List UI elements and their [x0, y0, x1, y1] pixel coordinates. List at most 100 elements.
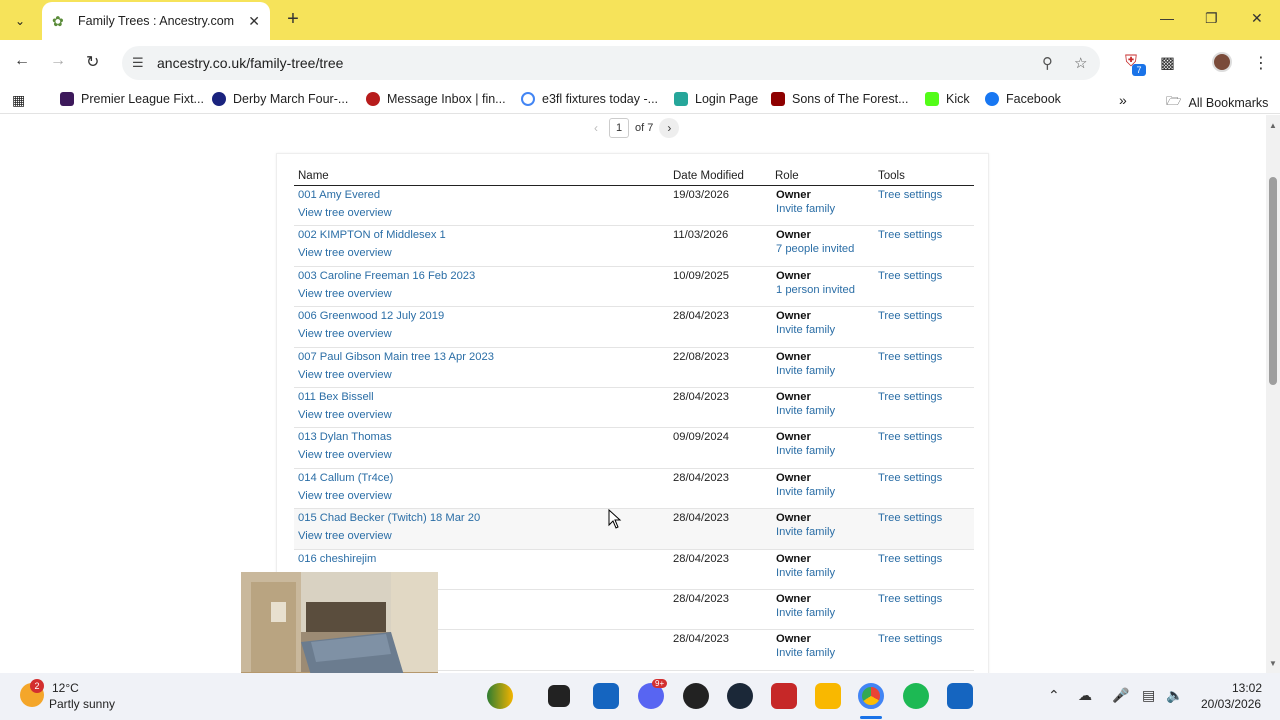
scroll-up-icon[interactable]: ▲ — [1269, 121, 1277, 130]
view-tree-overview-link[interactable]: View tree overview — [298, 530, 392, 542]
restore-icon[interactable]: ❐ — [1205, 10, 1218, 27]
forward-arrow-icon[interactable]: → — [50, 52, 66, 70]
chrome-icon[interactable] — [858, 683, 884, 709]
tab-family-trees[interactable]: ✿ Family Trees : Ancestry.com ✕ — [42, 2, 270, 40]
tab-close-icon[interactable]: ✕ — [248, 13, 260, 30]
folder-icon[interactable] — [815, 683, 841, 709]
invite-family-link[interactable]: Invite family — [776, 567, 835, 579]
minimize-icon[interactable]: — — [1160, 10, 1174, 26]
tree-settings-link[interactable]: Tree settings — [878, 229, 942, 241]
tree-name-link[interactable]: 001 Amy Evered — [298, 189, 380, 201]
invite-family-link[interactable]: Invite family — [776, 203, 835, 215]
bookmark-e3fl[interactable]: e3fl fixtures today -... — [521, 92, 658, 106]
view-tree-overview-link[interactable]: View tree overview — [298, 207, 392, 219]
game-icon[interactable] — [771, 683, 797, 709]
tab-search-chevron-icon[interactable]: ⌄ — [8, 9, 32, 33]
volume-icon[interactable]: 🔈 — [1166, 687, 1183, 704]
tree-name-link[interactable]: 013 Dylan Thomas — [298, 431, 392, 443]
tree-name-link[interactable]: 011 Bex Bissell — [298, 391, 374, 403]
onedrive-cloud-icon[interactable]: ☁ — [1078, 687, 1092, 704]
invite-family-link[interactable]: Invite family — [776, 526, 835, 538]
tree-name-link[interactable]: 015 Chad Becker (Twitch) 18 Mar 20 — [298, 512, 480, 524]
tree-settings-link[interactable]: Tree settings — [878, 553, 942, 565]
site-info-icon[interactable]: ☰ — [132, 55, 144, 71]
invite-family-link[interactable]: Invite family — [776, 324, 835, 336]
microphone-icon[interactable]: 🎤 — [1112, 687, 1129, 704]
menu-kebab-icon[interactable]: ⋮ — [1253, 53, 1269, 73]
invite-family-link[interactable]: Invite family — [776, 445, 835, 457]
weather-desc[interactable]: Partly sunny — [49, 697, 115, 711]
address-bar[interactable]: ☰ ancestry.co.uk/family-tree/tree ⚲ ☆ — [122, 46, 1100, 80]
clock-time[interactable]: 13:02 — [1232, 681, 1262, 695]
all-bookmarks-folder[interactable]: 🗁 All Bookmarks — [1166, 92, 1268, 113]
weather-badge: 2 — [30, 679, 44, 693]
bookmark-premier-league[interactable]: Premier League Fixt... — [60, 92, 204, 106]
apps-grid-icon[interactable]: ▦ — [12, 92, 25, 109]
bookmark-star-icon[interactable]: ☆ — [1074, 54, 1087, 72]
outlook-icon[interactable] — [593, 683, 619, 709]
more-bookmarks-chevron-icon[interactable]: » — [1119, 92, 1127, 108]
tree-settings-link[interactable]: Tree settings — [878, 472, 942, 484]
app-icon[interactable] — [947, 683, 973, 709]
tree-name-link[interactable]: 003 Caroline Freeman 16 Feb 2023 — [298, 270, 475, 282]
clock-date[interactable]: 20/03/2026 — [1201, 697, 1261, 711]
bookmark-derby[interactable]: Derby March Four-... — [212, 92, 348, 106]
tree-settings-link[interactable]: Tree settings — [878, 431, 942, 443]
obs-icon[interactable] — [683, 683, 709, 709]
tree-name-link[interactable]: 007 Paul Gibson Main tree 13 Apr 2023 — [298, 351, 494, 363]
scroll-down-icon[interactable]: ▼ — [1269, 659, 1277, 668]
bookmark-label: Facebook — [1006, 92, 1061, 106]
view-tree-overview-link[interactable]: View tree overview — [298, 490, 392, 502]
new-tab-plus-icon[interactable]: + — [282, 9, 304, 31]
tree-name-link[interactable]: 006 Greenwood 12 July 2019 — [298, 310, 444, 322]
url-text[interactable]: ancestry.co.uk/family-tree/tree — [157, 55, 343, 71]
invite-family-link[interactable]: Invite family — [776, 486, 835, 498]
view-tree-overview-link[interactable]: View tree overview — [298, 288, 392, 300]
invite-family-link[interactable]: Invite family — [776, 365, 835, 377]
weather-temp[interactable]: 12°C — [52, 681, 79, 695]
tree-settings-link[interactable]: Tree settings — [878, 351, 942, 363]
invite-family-link[interactable]: Invite family — [776, 647, 835, 659]
view-tree-overview-link[interactable]: View tree overview — [298, 247, 392, 259]
close-window-icon[interactable]: ✕ — [1251, 10, 1263, 27]
view-tree-overview-link[interactable]: View tree overview — [298, 328, 392, 340]
tree-settings-link[interactable]: Tree settings — [878, 270, 942, 282]
view-tree-overview-link[interactable]: View tree overview — [298, 449, 392, 461]
tree-settings-link[interactable]: Tree settings — [878, 512, 942, 524]
zoom-magnifier-icon[interactable]: ⚲ — [1042, 54, 1053, 72]
tree-name-link[interactable]: 016 cheshirejim — [298, 553, 376, 565]
tree-name-link[interactable]: 014 Callum (Tr4ce) — [298, 472, 393, 484]
page-scrollbar[interactable]: ▲ ▼ — [1266, 115, 1280, 673]
bookmark-login-page[interactable]: Login Page — [674, 92, 758, 106]
invite-family-link[interactable]: Invite family — [776, 405, 835, 417]
widgets-icon[interactable] — [487, 683, 513, 709]
view-tree-overview-link[interactable]: View tree overview — [298, 369, 392, 381]
next-page-icon[interactable]: › — [659, 118, 680, 138]
invite-family-link[interactable]: 7 people invited — [776, 243, 854, 255]
tree-name-link[interactable]: 002 KIMPTON of Middlesex 1 — [298, 229, 446, 241]
view-tree-overview-link[interactable]: View tree overview — [298, 409, 392, 421]
tree-settings-link[interactable]: Tree settings — [878, 310, 942, 322]
profile-avatar[interactable] — [1212, 52, 1232, 72]
bookmark-facebook[interactable]: Facebook — [985, 92, 1061, 106]
bookmark-sons-of-forest[interactable]: Sons of The Forest... — [771, 92, 909, 106]
reload-icon[interactable]: ↻ — [86, 52, 99, 72]
steam-icon[interactable] — [727, 683, 753, 709]
back-arrow-icon[interactable]: ← — [14, 52, 30, 70]
invite-family-link[interactable]: 1 person invited — [776, 284, 855, 296]
tree-settings-link[interactable]: Tree settings — [878, 189, 942, 201]
tray-chevron-up-icon[interactable]: ⌃ — [1048, 687, 1060, 704]
tree-settings-link[interactable]: Tree settings — [878, 391, 942, 403]
prev-page-icon[interactable]: ‹ — [586, 118, 606, 138]
tree-settings-link[interactable]: Tree settings — [878, 633, 942, 645]
tree-settings-link[interactable]: Tree settings — [878, 593, 942, 605]
current-page-input[interactable]: 1 — [609, 118, 629, 138]
scrollbar-thumb[interactable] — [1269, 177, 1277, 385]
extensions-puzzle-icon[interactable]: ▩ — [1160, 53, 1175, 73]
network-icon[interactable]: ▤ — [1142, 687, 1155, 704]
invite-family-link[interactable]: Invite family — [776, 607, 835, 619]
bookmark-kick[interactable]: Kick — [925, 92, 970, 106]
spotify-icon[interactable] — [903, 683, 929, 709]
bookmark-message-inbox[interactable]: Message Inbox | fin... — [366, 92, 506, 106]
file-manager-icon[interactable] — [548, 685, 570, 707]
